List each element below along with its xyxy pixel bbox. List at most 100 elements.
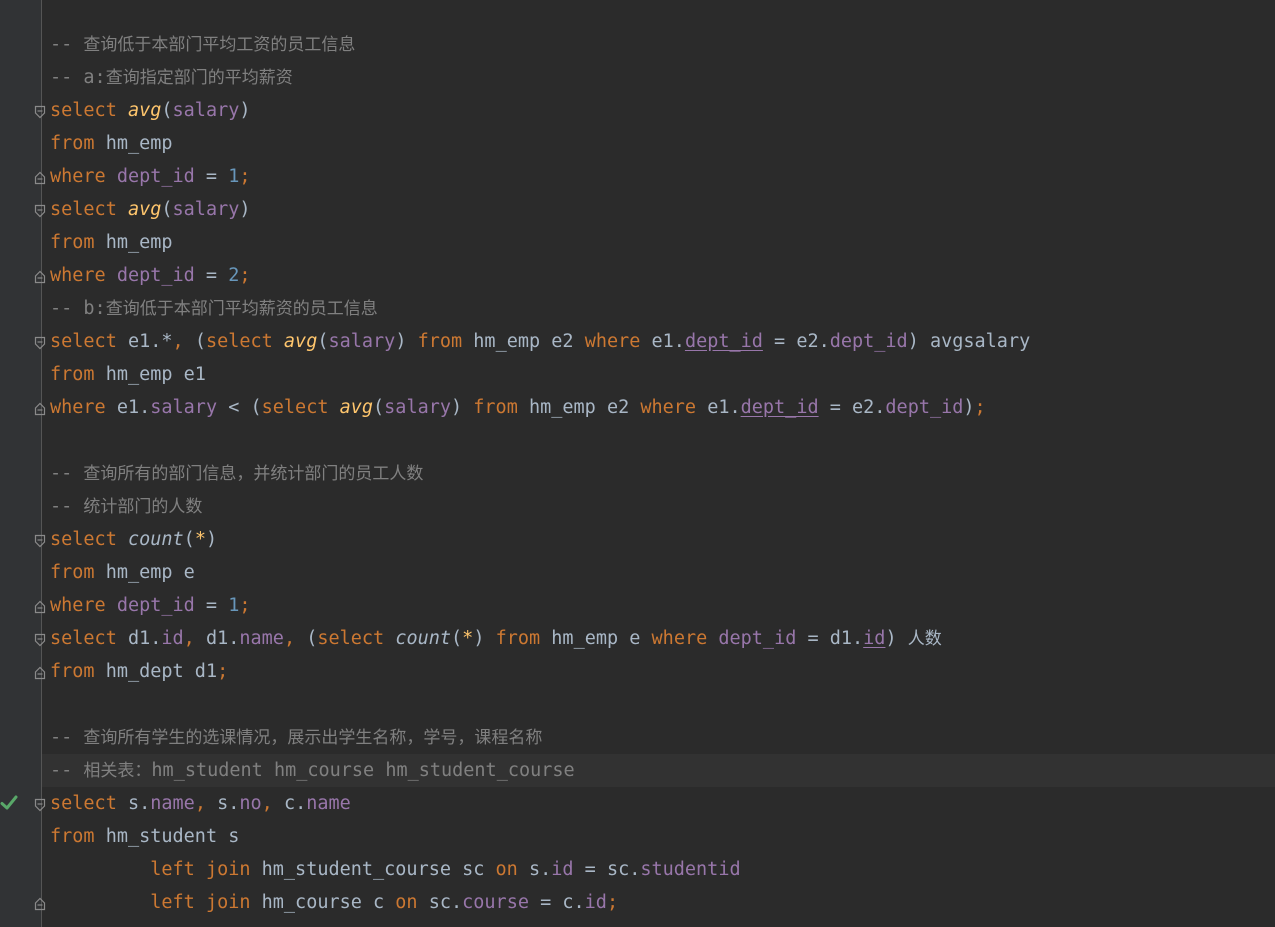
code-line[interactable]: from hm_dept d1;: [50, 655, 228, 688]
code-line[interactable]: where e1.salary < (select avg(salary) fr…: [50, 391, 986, 424]
code-token: salary: [172, 199, 240, 220]
code-token: c.: [283, 793, 307, 814]
code-line[interactable]: from hm_emp e1: [50, 358, 206, 391]
code-token: studentid: [640, 859, 741, 880]
code-line[interactable]: select avg(salary): [50, 193, 251, 226]
code-token: ;: [217, 661, 229, 682]
code-token: 统计部门的人数: [83, 497, 203, 517]
code-token: select: [50, 100, 128, 121]
code-line[interactable]: where dept_id = 1;: [50, 160, 251, 193]
code-token: where: [50, 265, 117, 286]
code-token: avg: [339, 397, 374, 418]
code-line[interactable]: select d1.id, d1.name, (select count(*) …: [50, 622, 942, 655]
code-token: where: [50, 397, 117, 418]
code-token: dept_id: [116, 166, 195, 187]
fold-start-icon[interactable]: [34, 335, 46, 350]
code-line[interactable]: where dept_id = 2;: [50, 259, 251, 292]
code-line[interactable]: from hm_emp: [50, 226, 173, 259]
code-token: dept_id: [684, 331, 763, 352]
fold-end-icon[interactable]: [34, 896, 46, 911]
code-line[interactable]: -- b:查询低于本部门平均薪资的员工信息: [50, 292, 378, 325]
code-token: *: [194, 529, 206, 550]
code-token: ): [205, 529, 218, 550]
code-token: on: [495, 859, 529, 880]
code-token: e1.: [707, 397, 741, 418]
code-token: *: [462, 628, 474, 649]
code-token: dept_id: [116, 595, 195, 616]
code-line[interactable]: -- 相关表：hm_student hm_course hm_student_c…: [50, 754, 575, 787]
code-token: from: [50, 661, 106, 682]
code-token: --: [50, 760, 84, 781]
code-token: where: [584, 331, 652, 352]
fold-start-icon[interactable]: [34, 533, 46, 548]
code-token: dept_id: [116, 265, 195, 286]
code-token: hm_emp e2: [528, 397, 641, 418]
code-token: ;: [239, 265, 251, 286]
code-token: hm_student_course sc: [261, 859, 496, 880]
code-token: where: [50, 595, 117, 616]
code-token: 相关表：: [83, 761, 152, 781]
code-line[interactable]: from hm_emp: [50, 127, 173, 160]
code-token: avg: [283, 331, 318, 352]
code-line[interactable]: left join hm_course c on sc.course = c.i…: [50, 886, 618, 919]
code-line[interactable]: from hm_emp e: [50, 556, 195, 589]
code-token: -- a:: [50, 67, 106, 88]
code-token: where: [640, 397, 708, 418]
fold-end-icon[interactable]: [34, 599, 46, 614]
code-line[interactable]: from hm_student s: [50, 820, 239, 853]
code-token: ): [963, 397, 975, 418]
code-token: d1.: [205, 628, 240, 649]
code-token: (: [161, 199, 173, 220]
fold-end-icon[interactable]: [34, 401, 46, 416]
code-token: s.: [528, 859, 552, 880]
fold-end-icon[interactable]: [34, 665, 46, 680]
code-token: =: [194, 595, 229, 616]
code-token: avg: [127, 199, 162, 220]
code-line[interactable]: select e1.*, (select avg(salary) from hm…: [50, 325, 1030, 358]
code-token: ) avgsalary: [907, 331, 1031, 352]
code-line[interactable]: select avg(salary): [50, 94, 251, 127]
code-token: (: [194, 331, 206, 352]
code-token: select: [50, 628, 128, 649]
code-token: dept_id: [829, 331, 908, 352]
code-token: ): [239, 199, 251, 220]
code-token: name: [150, 793, 195, 814]
fold-end-icon[interactable]: [34, 170, 46, 185]
code-line[interactable]: -- 统计部门的人数: [50, 490, 202, 523]
fold-start-icon[interactable]: [34, 632, 46, 647]
code-line[interactable]: -- 查询所有学生的选课情况，展示出学生名称，学号，课程名称: [50, 721, 542, 754]
fold-start-icon[interactable]: [34, 104, 46, 119]
fold-end-icon[interactable]: [34, 269, 46, 284]
code-token: dept_id: [718, 628, 797, 649]
code-token: ): [473, 628, 496, 649]
code-token: select: [205, 331, 284, 352]
code-editor[interactable]: -- 查询低于本部门平均工资的员工信息 -- a:查询指定部门的平均薪资 selec…: [0, 0, 1275, 927]
code-token: = c.: [528, 892, 585, 913]
code-line[interactable]: -- 查询低于本部门平均工资的员工信息: [50, 28, 355, 61]
code-token: hm_course c: [261, 892, 396, 913]
code-token: salary: [172, 100, 240, 121]
fold-start-icon[interactable]: [34, 203, 46, 218]
editor-gutter: [0, 0, 42, 927]
code-token: from: [417, 331, 474, 352]
code-line[interactable]: left join hm_student_course sc on s.id =…: [50, 853, 741, 886]
code-line[interactable]: select count(*): [50, 523, 217, 556]
code-token: count: [395, 628, 452, 649]
code-token: ,: [283, 628, 307, 649]
code-token: name: [239, 628, 284, 649]
gutter-separator: [41, 0, 42, 927]
code-token: select: [50, 199, 128, 220]
code-token: (: [451, 628, 463, 649]
code-token: on: [395, 892, 429, 913]
fold-start-icon[interactable]: [34, 797, 46, 812]
code-token: 查询所有的部门信息，并统计部门的员工人数: [83, 464, 424, 484]
code-token: ,: [172, 331, 195, 352]
code-token: no: [239, 793, 262, 814]
code-token: 人数: [907, 629, 942, 649]
code-line[interactable]: -- 查询所有的部门信息，并统计部门的员工人数: [50, 457, 423, 490]
code-line[interactable]: select s.name, s.no, c.name: [50, 787, 351, 820]
code-token: select: [50, 529, 128, 550]
code-line[interactable]: where dept_id = 1;: [50, 589, 251, 622]
code-line[interactable]: -- a:查询指定部门的平均薪资: [50, 61, 293, 94]
